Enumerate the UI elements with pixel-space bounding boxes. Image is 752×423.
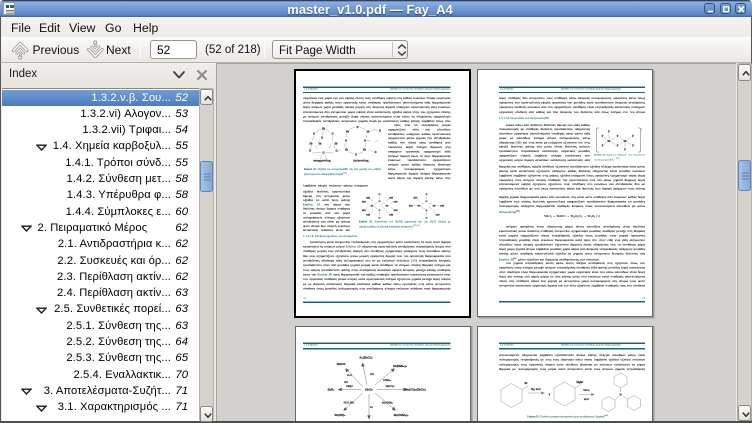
svg-text:Et₂O: Et₂O — [584, 398, 589, 401]
svg-text:2−: 2− — [641, 129, 644, 131]
svg-text:Sb: Sb — [371, 205, 374, 208]
svg-text:ROH, NR₃: ROH, NR₃ — [344, 402, 355, 404]
svg-text:Sb: Sb — [335, 143, 338, 146]
svg-text:σεναρμοντίτης: σεναρμοντίτης — [313, 160, 331, 163]
svg-text:O: O — [322, 152, 324, 155]
svg-text:OH: OH — [436, 214, 440, 217]
svg-text:HCl: HCl — [370, 374, 374, 376]
svg-text:Mg, Et₂O: Mg, Et₂O — [531, 388, 541, 391]
svg-text:Sb: Sb — [608, 140, 611, 143]
svg-text:Sb: Sb — [386, 205, 389, 208]
svg-text:OH: OH — [440, 205, 444, 208]
svg-text:O: O — [355, 154, 357, 157]
svg-text:HO: HO — [362, 201, 366, 204]
svg-text:H₂O: H₂O — [347, 375, 352, 377]
svg-text:O: O — [379, 209, 381, 212]
svg-text:SbR₃: SbR₃ — [328, 387, 336, 391]
svg-text:Sb: Sb — [363, 149, 366, 152]
svg-text:Sb: Sb — [624, 140, 627, 143]
svg-text:Sb(NMe₂)₃: Sb(NMe₂)₃ — [393, 364, 408, 368]
svg-text:O: O — [426, 217, 428, 220]
svg-text:O: O — [379, 200, 381, 203]
svg-text:Br: Br — [525, 381, 528, 385]
svg-text:F: F — [602, 145, 604, 148]
svg-text:F: F — [632, 135, 634, 138]
svg-text:OH: OH — [366, 197, 370, 200]
svg-text:HO: HO — [409, 205, 413, 208]
svg-text:O: O — [426, 193, 428, 196]
svg-text:O: O — [426, 200, 428, 203]
svg-text:O: O — [313, 133, 315, 136]
svg-text:O: O — [379, 217, 381, 220]
svg-text:F: F — [617, 145, 619, 148]
svg-text:N: N — [620, 392, 622, 396]
svg-text:Na(CO)ₓ: Na(CO)ₓ — [386, 386, 395, 388]
svg-text:F: F — [632, 145, 634, 148]
svg-text:OH: OH — [389, 214, 393, 217]
svg-text:Sb(OSiR₃)₃: Sb(OSiR₃)₃ — [394, 413, 410, 417]
svg-text:SbOCl: SbOCl — [337, 362, 346, 366]
svg-text:O: O — [321, 137, 323, 140]
svg-text:F: F — [624, 149, 626, 152]
svg-text:O: O — [356, 126, 358, 129]
svg-text:3: 3 — [549, 392, 551, 396]
svg-text:Sb: Sb — [433, 205, 436, 208]
svg-text:O: O — [309, 150, 311, 153]
svg-text:O: O — [379, 193, 381, 196]
svg-text:OH: OH — [394, 209, 398, 212]
svg-text:NaOSiMe₃: NaOSiMe₃ — [382, 402, 393, 404]
svg-text:HO: HO — [362, 209, 366, 212]
svg-text:Sb(OR)₃: Sb(OR)₃ — [335, 413, 347, 417]
svg-text:MgBr: MgBr — [577, 380, 584, 384]
svg-text:O: O — [331, 133, 333, 136]
svg-text:O: O — [345, 140, 347, 143]
svg-text:Sb: Sb — [346, 131, 349, 134]
svg-text:Sb: Sb — [319, 143, 322, 146]
svg-text:Sb: Sb — [345, 149, 348, 152]
svg-text:Sb: Sb — [418, 205, 421, 208]
svg-text:RMgX: RMgX — [346, 386, 353, 388]
svg-text:HCl: HCl — [344, 382, 348, 384]
svg-text:SbCl₃: SbCl₃ — [365, 387, 373, 391]
svg-text:Sb: Sb — [367, 131, 370, 134]
svg-text:F: F — [608, 131, 610, 134]
svg-text:βαλεντινίτης: βαλεντινίτης — [353, 160, 369, 163]
svg-text:F: F — [617, 135, 619, 138]
svg-text:F: F — [602, 135, 604, 138]
svg-text:SbCl₃: SbCl₃ — [583, 389, 590, 392]
svg-text:HO: HO — [414, 197, 418, 200]
svg-text:OH: OH — [389, 197, 393, 200]
svg-text:O: O — [426, 209, 428, 212]
svg-text:OH: OH — [366, 214, 370, 217]
svg-text:Sb: Sb — [322, 128, 325, 131]
svg-text:LiNMe₂: LiNMe₂ — [383, 380, 391, 382]
svg-text:O: O — [364, 140, 366, 143]
svg-text:O: O — [335, 150, 337, 153]
svg-text:O: O — [374, 151, 376, 154]
svg-text:O: O — [379, 130, 381, 133]
svg-text:Sn: Sn — [370, 407, 374, 409]
svg-text:Na(CO)₃(SbCl₃): Na(CO)₃(SbCl₃) — [405, 387, 426, 391]
svg-text:Sb: Sb — [310, 143, 313, 146]
svg-text:K₂(SbCl₅): K₂(SbCl₅) — [360, 355, 373, 359]
svg-text:OH: OH — [394, 201, 398, 204]
